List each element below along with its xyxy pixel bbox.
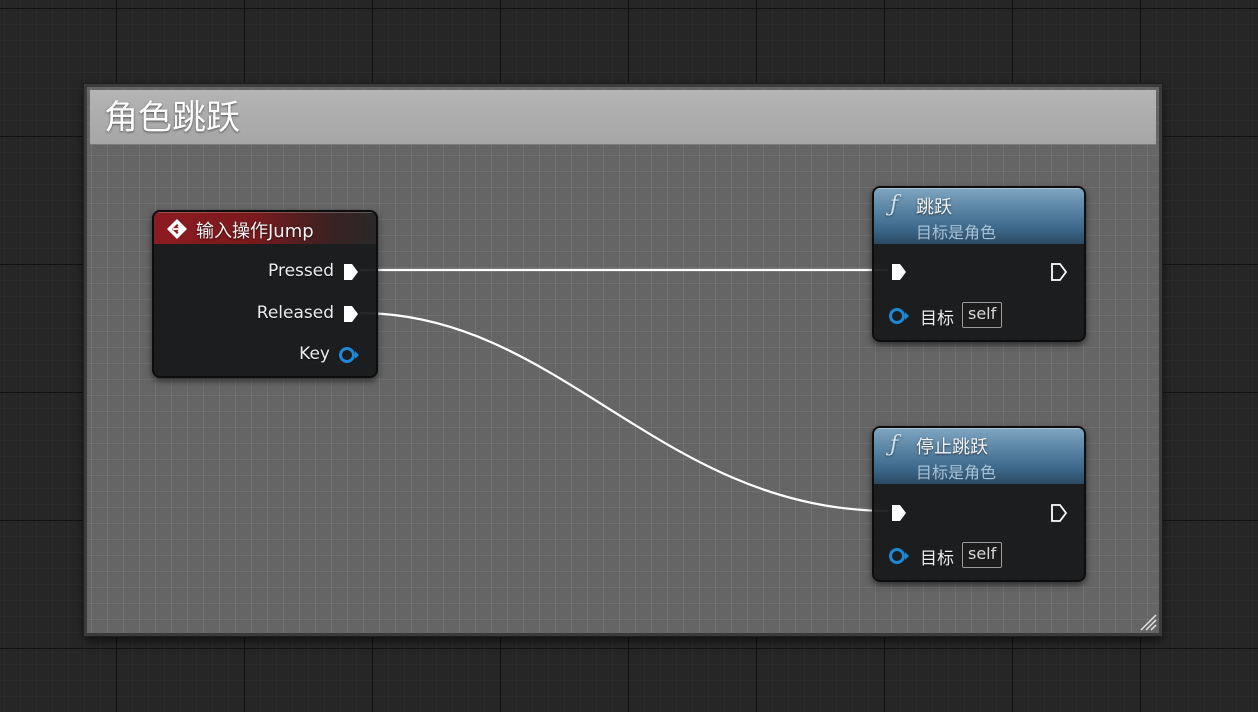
input-action-title: 输入操作Jump (196, 221, 314, 242)
function-f-icon: ƒ (890, 432, 899, 457)
input-action-header[interactable]: 输入操作Jump (154, 212, 376, 244)
exec-pin-icon[interactable] (342, 304, 360, 324)
stop-jump-function-header[interactable]: ƒ 停止跳跃 目标是角色 (874, 428, 1084, 484)
exec-pin-icon[interactable] (342, 262, 360, 282)
object-pin-icon[interactable] (338, 345, 360, 365)
stop-jump-function-subtitle: 目标是角色 (916, 463, 997, 482)
target-value-field[interactable]: self (962, 302, 1003, 328)
exec-out-pin-icon[interactable] (1050, 503, 1068, 523)
exec-out-pin-icon[interactable] (1050, 262, 1068, 282)
stop-jump-function-title: 停止跳跃 (916, 437, 988, 458)
comment-title: 角色跳跃 (104, 98, 240, 138)
jump-function-header[interactable]: ƒ 跳跃 目标是角色 (874, 188, 1084, 244)
resize-grip-icon[interactable] (1137, 611, 1157, 631)
pin-label-released: Released (256, 303, 334, 323)
jump-function-node[interactable]: ƒ 跳跃 目标是角色 目标 self (872, 186, 1086, 342)
jump-function-subtitle: 目标是角色 (916, 223, 997, 242)
object-pin-icon[interactable] (888, 546, 910, 566)
stop-jump-function-node[interactable]: ƒ 停止跳跃 目标是角色 目标 self (872, 426, 1086, 582)
jump-function-title: 跳跃 (916, 197, 952, 218)
exec-in-pin-icon[interactable] (890, 503, 908, 523)
function-f-icon: ƒ (890, 192, 899, 217)
object-pin-icon[interactable] (888, 306, 910, 326)
comment-header[interactable]: 角色跳跃 (90, 90, 1156, 145)
target-label: 目标 (920, 549, 954, 569)
pin-label-pressed: Pressed (268, 261, 334, 281)
exec-in-pin-icon[interactable] (890, 262, 908, 282)
pin-label-key: Key (299, 344, 330, 364)
target-value-field[interactable]: self (962, 542, 1003, 568)
event-diamond-icon (167, 219, 187, 239)
target-label: 目标 (920, 309, 954, 329)
input-action-jump-node[interactable]: 输入操作Jump Pressed Released Key (152, 210, 378, 378)
